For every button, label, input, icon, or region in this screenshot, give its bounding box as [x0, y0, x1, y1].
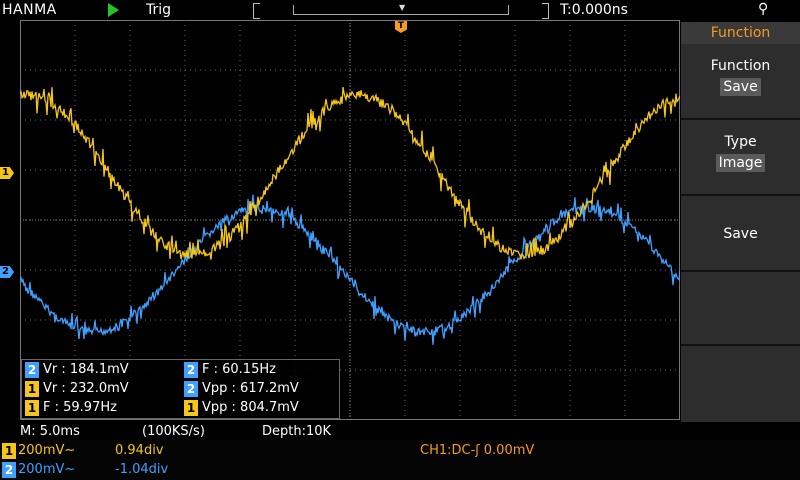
- measurement-item: 2 Vr : 184.1mV: [25, 361, 129, 379]
- ch2-status-row[interactable]: 2 200mV~ -1.04div: [0, 461, 800, 479]
- menu-item-label: Save: [723, 226, 758, 242]
- measurement-item: 2 Vpp : 617.2mV: [184, 380, 299, 398]
- brand-label: HANMA: [2, 2, 57, 18]
- memory-depth-readout: Depth:10K: [262, 424, 332, 439]
- ch2-scale: 200mV~: [18, 462, 76, 477]
- channel-tag: 1: [25, 400, 39, 416]
- measurement-value: Vpp : 804.7mV: [202, 400, 299, 415]
- position-caret-icon: ▼: [399, 3, 406, 12]
- measurement-item: 1 Vpp : 804.7mV: [184, 399, 299, 417]
- side-menu: Function Function Save Type Image Save: [681, 22, 800, 422]
- measurement-item: 1 Vr : 232.0mV: [25, 380, 129, 398]
- menu-item-empty[interactable]: [681, 346, 800, 422]
- ch2-offset: -1.04div: [115, 462, 169, 477]
- measurement-value: Vpp : 617.2mV: [202, 381, 299, 396]
- trigger-time-readout: T:0.000ns: [560, 2, 628, 18]
- measurement-panel: 2 Vr : 184.1mV 2 F : 60.15Hz 1 Vr : 232.0mV…: [21, 359, 340, 419]
- menu-item-type[interactable]: Type Image: [681, 120, 800, 196]
- measurement-value: F : 59.97Hz: [43, 400, 117, 415]
- measurement-value: F : 60.15Hz: [202, 362, 276, 377]
- timebase-readout: M: 5.0ms: [20, 424, 80, 439]
- menu-item-label: Type: [724, 134, 757, 150]
- ch1-offset: 0.94div: [115, 443, 164, 458]
- top-bar: HANMA Trig ▼ T:0.000ns ⚲: [0, 0, 800, 22]
- ch2-level-marker[interactable]: 2: [0, 266, 14, 278]
- memory-position-bar: ▼: [253, 3, 549, 19]
- channel-status-bar: 1 200mV~ 0.94div CH1:DC-ʃ 0.00mV 2 200mV…: [0, 440, 800, 480]
- run-state-icon[interactable]: [108, 3, 119, 17]
- menu-item-empty[interactable]: [681, 272, 800, 346]
- measurement-value: Vr : 184.1mV: [43, 362, 129, 377]
- menu-title: Function: [681, 22, 800, 44]
- menu-item-save[interactable]: Save: [681, 196, 800, 272]
- channel-tag: 2: [25, 362, 39, 378]
- menu-item-value: Save: [720, 78, 761, 96]
- ch1-tag: 1: [2, 443, 16, 459]
- ch1-status-row[interactable]: 1 200mV~ 0.94div CH1:DC-ʃ 0.00mV: [0, 442, 800, 460]
- channel-tag: 2: [184, 362, 198, 378]
- measurement-item: 2 F : 60.15Hz: [184, 361, 276, 379]
- acquisition-status: M: 5.0ms (100KS/s) Depth:10K: [0, 422, 680, 440]
- menu-item-label: Function: [710, 58, 771, 74]
- sample-rate-readout: (100KS/s): [142, 424, 205, 439]
- channel-tag: 1: [184, 400, 198, 416]
- measurement-item: 1 F : 59.97Hz: [25, 399, 117, 417]
- trigger-info: CH1:DC-ʃ 0.00mV: [420, 443, 535, 458]
- run-state-label: Trig: [146, 2, 172, 18]
- menu-item-function[interactable]: Function Save: [681, 44, 800, 120]
- ch2-tag: 2: [2, 462, 16, 478]
- ch1-level-marker[interactable]: 1: [0, 167, 14, 179]
- channel-tag: 1: [25, 381, 39, 397]
- menu-item-value: Image: [715, 154, 766, 172]
- ch1-scale: 200mV~: [18, 443, 76, 458]
- measurement-value: Vr : 232.0mV: [43, 381, 129, 396]
- usb-icon: ⚲: [758, 1, 769, 17]
- channel-tag: 2: [184, 381, 198, 397]
